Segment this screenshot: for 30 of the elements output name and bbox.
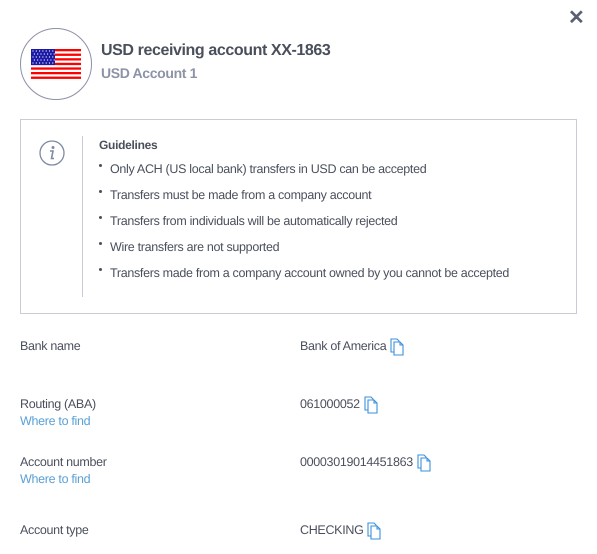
close-button[interactable]: ✕	[568, 8, 585, 28]
guideline-text: Transfers must be made from a company account	[110, 187, 372, 204]
bullet-icon	[99, 216, 102, 219]
field-value: Bank of America	[300, 338, 386, 355]
field-value: 061000052	[300, 396, 360, 413]
where-to-find-link[interactable]: Where to find	[20, 471, 90, 488]
flag-icon	[31, 49, 81, 79]
field-label: Account number	[20, 454, 108, 471]
field-label: Bank name	[20, 338, 82, 355]
guideline-text: Transfers from individuals will be automatically rejected	[110, 213, 398, 230]
copy-icon[interactable]	[364, 396, 378, 414]
bullet-icon	[99, 190, 102, 193]
bullet-icon	[99, 164, 102, 167]
copy-icon[interactable]	[390, 338, 404, 356]
guidelines-title: Guidelines	[99, 137, 158, 154]
account-title: USD receiving account XX-1863	[101, 40, 330, 60]
copy-icon[interactable]	[416, 454, 431, 472]
info-icon	[38, 140, 64, 166]
field-value: CHECKING	[300, 522, 364, 539]
where-to-find-link[interactable]: Where to find	[20, 413, 90, 430]
field-label: Account type	[20, 522, 90, 539]
field-value: 00003019014451863	[300, 454, 413, 471]
guideline-text: Only ACH (US local bank) transfers in USD can be accepted	[110, 161, 426, 178]
bullet-icon	[99, 268, 102, 271]
bullet-icon	[99, 242, 102, 245]
guideline-text: Wire transfers are not supported	[110, 239, 280, 256]
copy-icon[interactable]	[367, 522, 382, 540]
guideline-text: Transfers made from a company account owned by you cannot be accepted	[110, 265, 510, 282]
field-label: Routing (ABA)	[20, 396, 97, 413]
account-subtitle: USD Account 1	[101, 64, 198, 82]
